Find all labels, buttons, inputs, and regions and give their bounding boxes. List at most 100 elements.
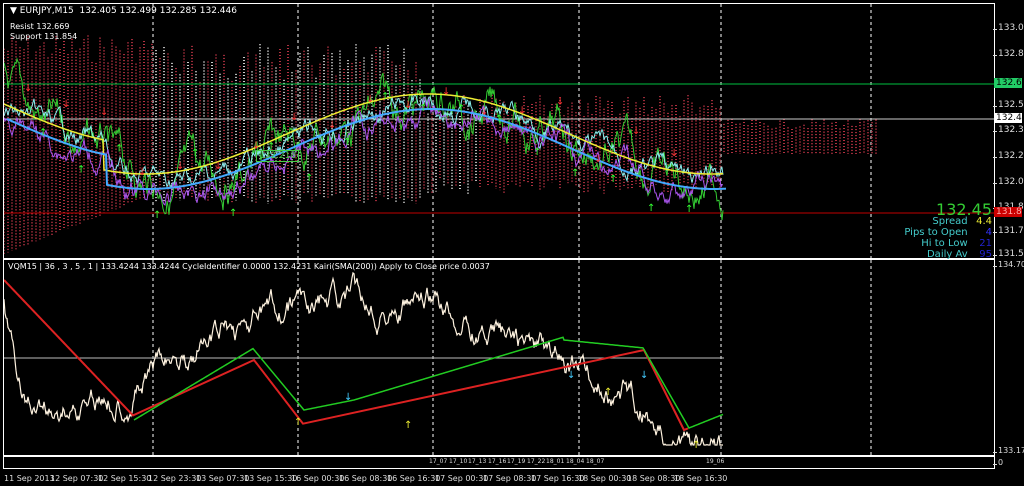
sell-arrow: ↓ (366, 94, 374, 105)
price-box-label: 132.218 (256, 150, 300, 162)
cycle-label: 18_01 (546, 458, 565, 465)
signal-arrow: ↓ (344, 392, 352, 403)
signal-arrow: ↑ (604, 387, 612, 398)
bid-price-tag: 132.446 (994, 113, 1022, 123)
buy-arrow: ↑ (647, 203, 655, 214)
sell-arrow: ↓ (632, 126, 640, 137)
buy-arrow: ↑ (191, 148, 199, 159)
resist-label: Resist 132.669 (10, 22, 70, 31)
support-label: Support 131.854 (10, 32, 78, 41)
signal-arrow: ↑ (692, 440, 700, 451)
time-axis-label: 18 Sep 16:30 (674, 474, 728, 483)
sell-arrow: ↓ (24, 83, 32, 94)
vqm-line (4, 271, 723, 447)
time-axis-label: 16 Sep 00:30 (291, 474, 345, 483)
spread-value: 4.4 (976, 216, 992, 227)
indicator-axis-bottom: 133.1739 (992, 446, 1024, 455)
time-axis-label: 16 Sep 08:30 (339, 474, 393, 483)
cycle-label: 17_07 (429, 458, 448, 465)
cycle-label: 17_13 (468, 458, 487, 465)
time-axis-label: 12 Sep 23:30 (148, 474, 202, 483)
time-axis-label: 13 Sep 15:30 (244, 474, 298, 483)
sell-arrow: ↓ (480, 107, 488, 118)
buy-arrow: ↑ (115, 143, 123, 154)
buy-arrow: ↑ (229, 208, 237, 219)
buy-arrow: ↑ (153, 210, 161, 221)
buy-arrow: ↑ (571, 168, 579, 179)
hilo-value: 21 (979, 238, 992, 249)
signal-arrow: ↑ (294, 417, 302, 428)
buy-arrow: ↑ (39, 127, 47, 138)
buy-arrow: ↑ (533, 147, 541, 158)
cycle-label: 17_19 (507, 458, 526, 465)
sell-arrow: ↓ (328, 120, 336, 131)
signal-arrow: ↓ (567, 370, 575, 381)
cycle-label: 18_07 (586, 458, 605, 465)
buy-arrow: ↑ (419, 103, 427, 114)
cycle-axis: 0 (992, 458, 1004, 467)
signal-arrow: ↑ (404, 420, 412, 431)
price-axis-label: 131.580 (992, 249, 1024, 259)
spread-row: Spread 4.4 (902, 216, 992, 227)
buy-arrow: ↑ (381, 91, 389, 102)
indicator-pane[interactable]: ↑ ↓ ↑ ↓ ↑ ↓ ↑ VQM15 | 36 , 3 , 5 , 1 | 133.424… (3, 259, 995, 456)
pips-row: Pips to Open 4 (904, 227, 992, 238)
time-axis-label: 18 Sep 00:30 (578, 474, 632, 483)
sell-arrow: ↓ (670, 148, 678, 159)
indicator-header: VQM15 | 36 , 3 , 5 , 1 | 133.4244 133.42… (8, 262, 490, 271)
sell-arrow: ↓ (404, 100, 412, 111)
resist-price-tag: 132.669 (994, 78, 1022, 88)
price-axis-label: 132.370 (992, 125, 1024, 135)
buy-arrow: ↑ (609, 174, 617, 185)
sell-arrow: ↓ (442, 87, 450, 98)
time-axis-label: 16 Sep 16:30 (387, 474, 441, 483)
hilo-label: Hi to Low (921, 238, 968, 249)
indicator-axis-top: 134.7028 (992, 260, 1024, 269)
buy-arrow: ↑ (685, 204, 693, 215)
cycle-label: 17_22 (527, 458, 546, 465)
cycle-label: 17_10 (449, 458, 468, 465)
price-axis-label: 132.525 (992, 100, 1024, 110)
sell-arrow: ↓ (62, 99, 70, 110)
sell-arrow: ↓ (518, 105, 526, 116)
ma-up-line (133, 336, 724, 429)
price-axis-label: 131.735 (992, 226, 1024, 236)
signal-arrow: ↓ (640, 370, 648, 381)
price-axis-label: 133.005 (992, 23, 1024, 33)
time-axis-label: 12 Sep 15:30 (98, 474, 152, 483)
sell-arrow: ↓ (214, 161, 222, 172)
price-chart-pane[interactable]: ↓ ↑ ↓ ↑ ↓ ↑ ↓ ↑ ↓ ↑ ↓ ↑ ↓ ↑ ↓ ↑ ↓ ↑ ↓ ↑ ↓ ↑ ↓ ↑ ↓ ↑ ↓ ↑ ↓ ↑ ↓ ↑ ↓ ↑ ↓ ↑ ▼ E… (3, 3, 995, 260)
sell-arrow: ↓ (138, 167, 146, 178)
sell-arrow: ↓ (100, 107, 108, 118)
hilo-row: Hi to Low 21 (921, 238, 992, 249)
price-chart-canvas: ↓↑↓↑↓↑↓↑↓↑↓↑↓ ↑↓↑↓↑↓ ↑↓ ↑↓↑ ↓↑↓↑↓↑↓↑↓↑↓↑ (4, 4, 994, 258)
price-axis-label: 132.845 (992, 49, 1024, 59)
cycle-label: 19_06 (706, 458, 725, 465)
chart-title: ▼ EURJPY,M15 132.405 132.499 132.285 132… (10, 6, 237, 16)
cycle-pane[interactable]: 17_07 17_10 17_13 17_16 17_19 17_22 18_01 18_04… (3, 456, 995, 469)
time-axis-label: 13 Sep 07:30 (196, 474, 250, 483)
indicator-canvas: ↑ ↓ ↑ ↓ ↑ ↓ ↑ (4, 260, 872, 455)
time-axis-label: 17 Sep 16:30 (531, 474, 585, 483)
buy-arrow: ↑ (77, 164, 85, 175)
support-price-tag: 131.854 (994, 207, 1022, 217)
sell-arrow: ↓ (176, 161, 184, 172)
spread-label: Spread (932, 216, 968, 227)
ohlc-values: 132.405 132.499 132.285 132.446 (79, 6, 237, 16)
time-axis-label: 17 Sep 08:30 (483, 474, 537, 483)
time-axis-label: 11 Sep 2013 (4, 474, 55, 483)
sell-arrow: ↓ (594, 154, 602, 165)
price-axis-label: 132.050 (992, 177, 1024, 187)
buy-arrow: ↑ (343, 137, 351, 148)
time-axis-label: 12 Sep 07:30 (50, 474, 104, 483)
pips-label: Pips to Open (904, 227, 968, 238)
symbol-label: EURJPY,M15 (19, 6, 74, 16)
buy-arrow: ↑ (305, 173, 313, 184)
sell-arrow: ↓ (556, 96, 564, 107)
price-axis-label: 132.210 (992, 151, 1024, 161)
pips-value: 4 (985, 227, 992, 238)
sell-arrow: ↓ (290, 112, 298, 123)
buy-arrow: ↑ (495, 114, 503, 125)
cycle-label: 18_04 (566, 458, 585, 465)
time-axis-label: 17 Sep 00:30 (435, 474, 489, 483)
